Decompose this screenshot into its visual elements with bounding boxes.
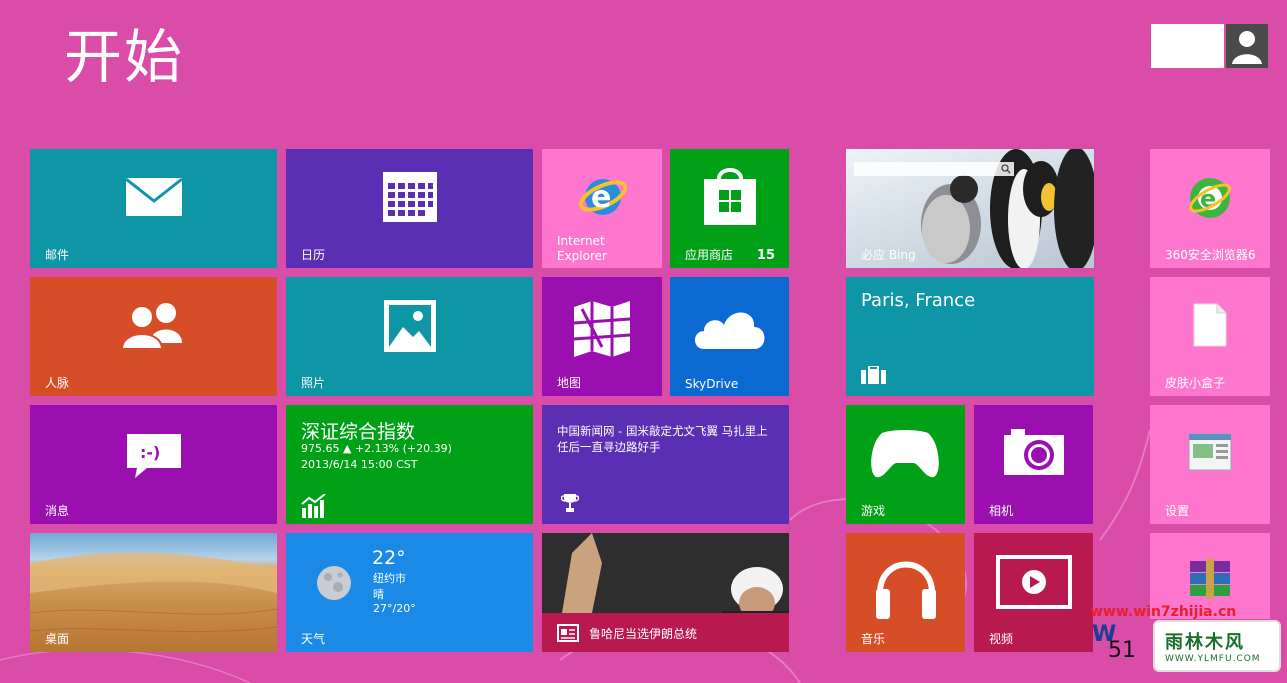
tile-news[interactable]: 鲁哈尼当选伊朗总统 xyxy=(542,533,789,652)
tile-messaging[interactable]: :-) 消息 xyxy=(30,405,277,524)
360-browser-icon: e xyxy=(1189,178,1231,218)
tile-calendar[interactable]: 日历 xyxy=(286,149,533,268)
weather-city: 纽约市 xyxy=(373,572,406,585)
tile-label: 设置 xyxy=(1165,504,1190,518)
camera-icon xyxy=(1004,429,1064,475)
tile-label: 邮件 xyxy=(45,248,70,262)
sports-headline: 中国新闻网 - 国米敲定尤文飞翼 马扎里上任后一直寻边路好手 xyxy=(557,424,768,454)
tile-travel[interactable]: Paris, France xyxy=(846,277,1094,396)
badge-count: 15 xyxy=(756,248,775,263)
tile-sports[interactable]: 中国新闻网 - 国米敲定尤文飞翼 马扎里上任后一直寻边路好手 xyxy=(542,405,789,524)
tile-video[interactable]: 视频 xyxy=(974,533,1093,652)
tile-label: 天气 xyxy=(301,632,326,646)
tile-label: 必应 Bing xyxy=(861,248,916,262)
tile-label: 游戏 xyxy=(861,504,886,518)
ie-icon: e xyxy=(578,179,628,215)
winrar-icon xyxy=(1190,559,1230,599)
tile-camera[interactable]: 相机 xyxy=(974,405,1093,524)
search-icon xyxy=(1001,164,1011,174)
tile-maps[interactable]: 地图 xyxy=(542,277,662,396)
weather-range: 27°/20° xyxy=(373,602,416,615)
tile-label: 360安全浏览器6 xyxy=(1165,248,1256,262)
tile-360-browser[interactable]: e 360安全浏览器6 xyxy=(1150,149,1270,268)
tile-label: 桌面 xyxy=(45,632,70,646)
chart-icon xyxy=(301,494,326,518)
news-icon xyxy=(557,624,579,642)
tile-label: 视频 xyxy=(989,632,1014,646)
tile-label: 皮肤小盒子 xyxy=(1165,376,1226,390)
tile-label: 应用商店 xyxy=(685,248,734,262)
watermark-prefix: 51 xyxy=(1108,638,1136,663)
tile-label: 日历 xyxy=(301,248,326,262)
tile-label: 相机 xyxy=(989,504,1014,518)
stock-time: 2013/6/14 15:00 CST xyxy=(301,458,418,471)
photo-icon xyxy=(384,300,436,352)
stock-value: 975.65 ▲ +2.13% (+20.39) xyxy=(301,442,452,455)
tile-label: 照片 xyxy=(301,376,326,390)
trophy-icon xyxy=(561,494,579,512)
tile-label: 地图 xyxy=(557,376,582,390)
weather-temperature: 22° xyxy=(372,547,406,569)
xbox-controller-icon xyxy=(871,430,939,478)
video-icon xyxy=(996,555,1072,609)
tile-music[interactable]: 音乐 xyxy=(846,533,965,652)
tile-label: 消息 xyxy=(45,504,70,518)
tile-bing[interactable]: 必应 Bing xyxy=(846,149,1094,268)
tile-store[interactable]: 应用商店 15 xyxy=(670,149,789,268)
cloud-icon xyxy=(695,312,765,349)
tile-weather[interactable]: 22° 纽约市 晴 27°/20° 天气 xyxy=(286,533,533,652)
watermark-url: www.win7zhijia.cn xyxy=(1090,604,1237,620)
stock-index-name: 深证综合指数 xyxy=(301,421,416,443)
weather-condition: 晴 xyxy=(373,588,384,601)
moon-icon xyxy=(317,566,351,600)
tile-label: 人脉 xyxy=(45,376,70,390)
store-icon xyxy=(704,168,756,225)
tile-skin-box[interactable]: 皮肤小盒子 xyxy=(1150,277,1270,396)
watermark-badge: 雨林木风 WWW.YLMFU.COM xyxy=(1153,620,1281,672)
tile-internet-explorer[interactable]: e Internet Explorer xyxy=(542,149,662,268)
file-icon xyxy=(1193,303,1227,347)
tile-settings[interactable]: 设置 xyxy=(1150,405,1270,524)
avatar[interactable] xyxy=(1226,24,1268,68)
tile-photos[interactable]: 照片 xyxy=(286,277,533,396)
calendar-icon xyxy=(383,172,437,222)
user-icon xyxy=(1232,31,1262,64)
settings-window-icon xyxy=(1188,433,1232,471)
tile-label: Internet Explorer xyxy=(557,234,607,263)
tile-label: 音乐 xyxy=(861,632,886,646)
svg-text:e: e xyxy=(591,180,611,215)
bing-search-box[interactable] xyxy=(854,162,1014,176)
news-photo xyxy=(542,533,789,613)
svg-text::-): :-) xyxy=(140,443,160,462)
mail-icon xyxy=(125,177,183,216)
user-name-area[interactable] xyxy=(1151,24,1224,68)
tile-games[interactable]: 游戏 xyxy=(846,405,965,524)
page-title: 开始 xyxy=(64,23,185,91)
tile-people[interactable]: 人脉 xyxy=(30,277,277,396)
chat-icon: :-) xyxy=(127,434,181,478)
people-icon xyxy=(120,303,182,349)
headphones-icon xyxy=(876,561,936,619)
tile-label: SkyDrive xyxy=(685,377,739,391)
travel-destination: Paris, France xyxy=(861,290,976,311)
tile-finance[interactable]: 深证综合指数 975.65 ▲ +2.13% (+20.39) 2013/6/1… xyxy=(286,405,533,524)
watermark-name: 雨林木风 xyxy=(1165,632,1245,653)
watermark-site: WWW.YLMFU.COM xyxy=(1165,654,1261,664)
suitcase-icon xyxy=(861,366,886,384)
tile-desktop[interactable]: 桌面 xyxy=(30,533,277,652)
news-headline: 鲁哈尼当选伊朗总统 xyxy=(589,627,698,641)
tile-mail[interactable]: 邮件 xyxy=(30,149,277,268)
tile-skydrive[interactable]: SkyDrive xyxy=(670,277,789,396)
map-icon xyxy=(573,301,631,357)
